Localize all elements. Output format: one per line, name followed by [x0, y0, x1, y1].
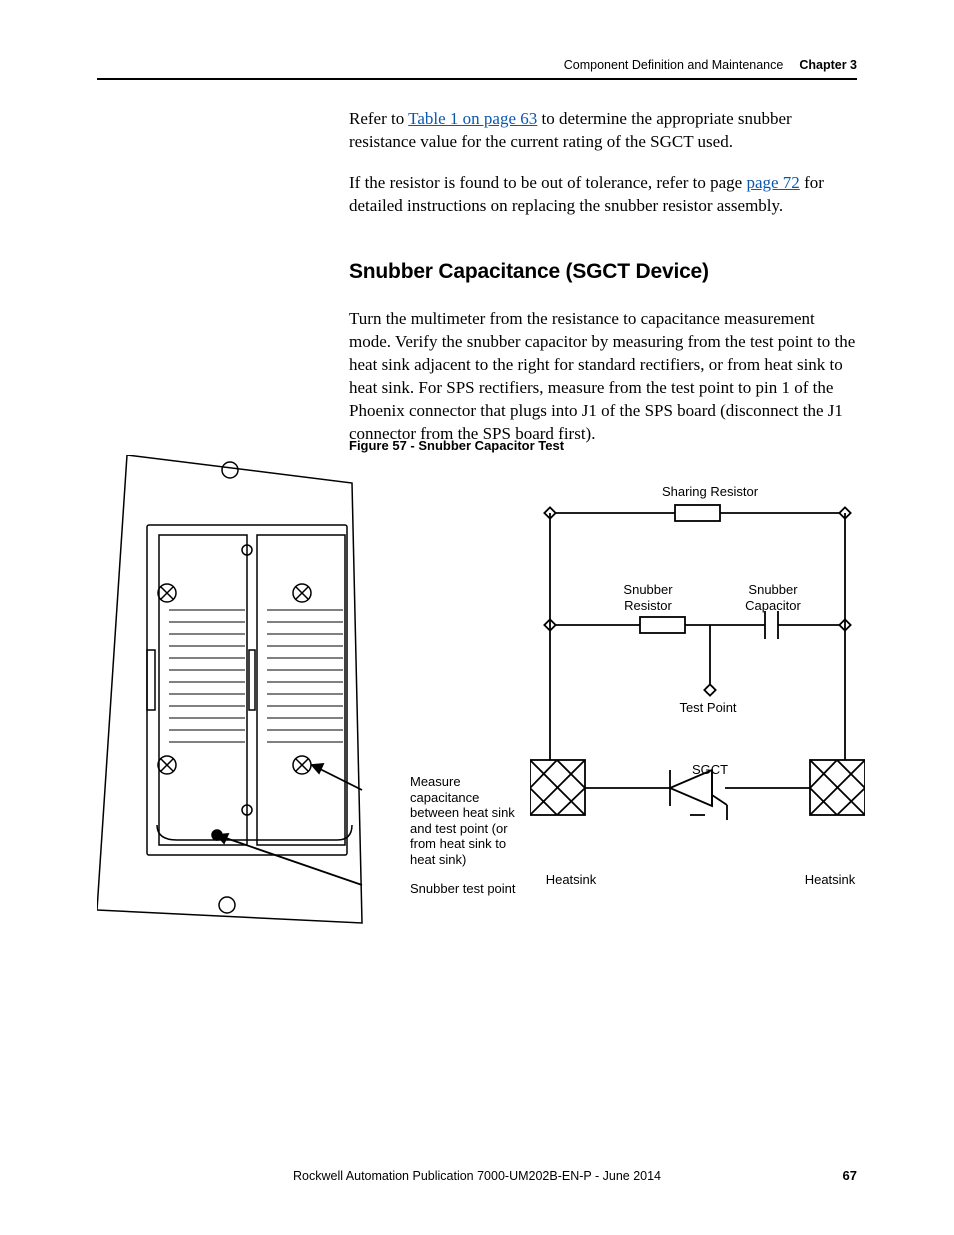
right-diagram [530, 485, 865, 895]
header-section: Component Definition and Maintenance [564, 58, 784, 72]
page-header: Component Definition and Maintenance Cha… [97, 58, 857, 72]
left-diagram [97, 455, 397, 930]
p2-pre: If the resistor is found to be out of to… [349, 173, 746, 192]
paragraph-3: Turn the multimeter from the resistance … [349, 308, 857, 446]
footer-publication: Rockwell Automation Publication 7000-UM2… [97, 1169, 857, 1183]
paragraph-2: If the resistor is found to be out of to… [349, 172, 857, 218]
link-page72[interactable]: page 72 [746, 173, 799, 192]
label-measure-capacitance: Measure capacitance between heat sink an… [410, 774, 525, 868]
label-snubber-test-point: Snubber test point [410, 881, 516, 897]
p1-pre: Refer to [349, 109, 408, 128]
label-snubber-capacitor: Snubber Capacitor [723, 582, 823, 613]
label-heatsink-left: Heatsink [531, 872, 611, 888]
label-sgct: SGCT [670, 762, 750, 778]
paragraph-1: Refer to Table 1 on page 63 to determine… [349, 108, 857, 154]
label-test-point: Test Point [668, 700, 748, 716]
figure-caption: Figure 57 - Snubber Capacitor Test [349, 438, 564, 453]
label-sharing-resistor: Sharing Resistor [660, 484, 760, 500]
label-snubber-resistor: Snubber Resistor [598, 582, 698, 613]
header-rule [97, 78, 857, 80]
right-diagram-svg [530, 485, 865, 895]
body-column: Refer to Table 1 on page 63 to determine… [349, 108, 857, 464]
page-number: 67 [843, 1168, 857, 1183]
subheading-snubber-capacitance: Snubber Capacitance (SGCT Device) [349, 258, 857, 286]
header-chapter: Chapter 3 [799, 58, 857, 72]
left-diagram-svg [97, 455, 397, 930]
link-table1[interactable]: Table 1 on page 63 [408, 109, 537, 128]
label-heatsink-right: Heatsink [790, 872, 870, 888]
